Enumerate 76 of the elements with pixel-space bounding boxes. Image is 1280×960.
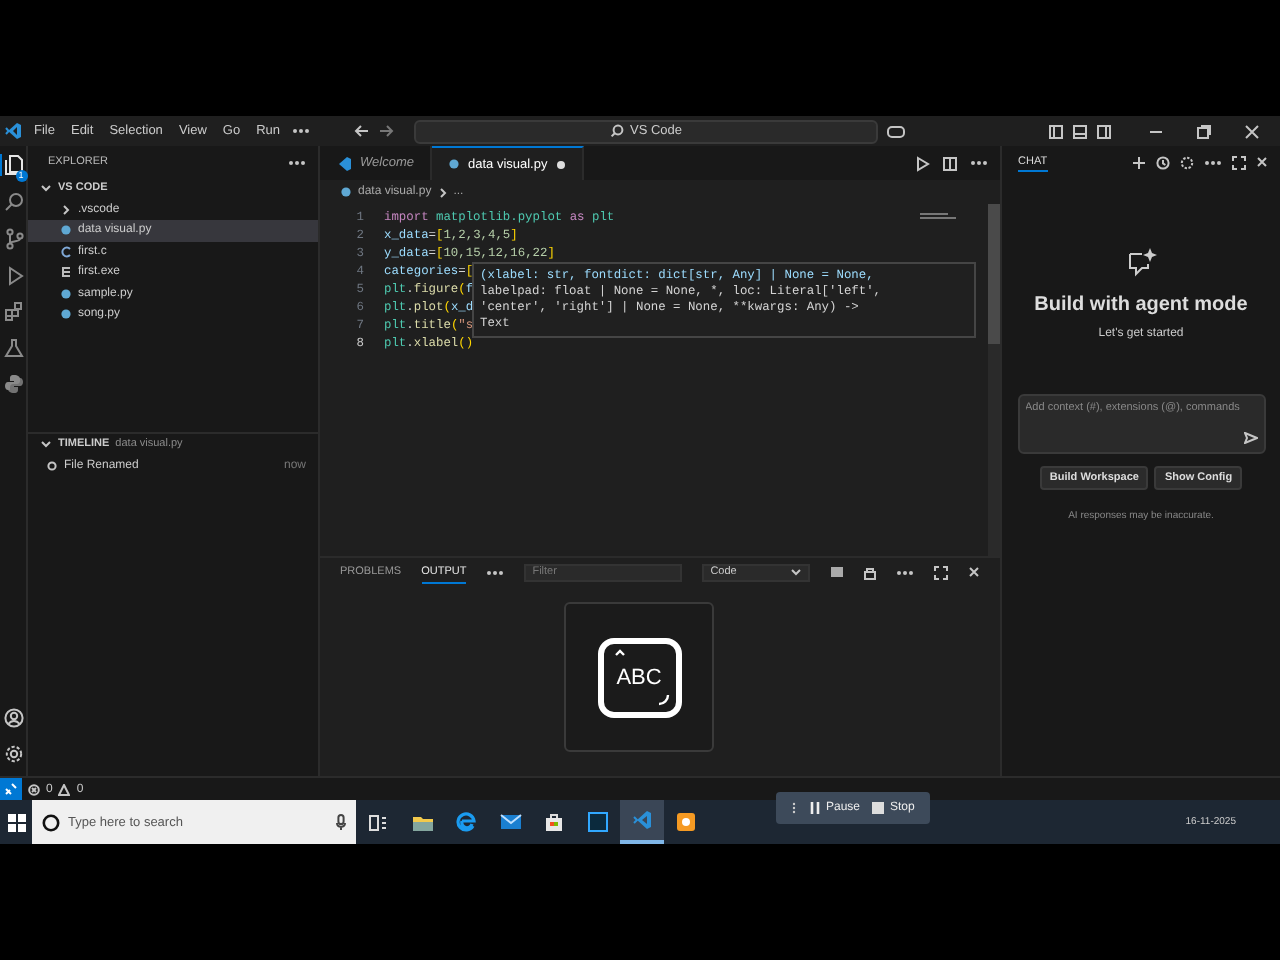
browser-icon (456, 812, 476, 832)
chat-heading: Build with agent mode (1034, 294, 1248, 316)
warning-icon (58, 783, 71, 795)
files-icon (4, 154, 24, 176)
corner-arc-icon (657, 693, 669, 705)
lock-icon (864, 565, 876, 579)
history-icon (1156, 155, 1170, 169)
split-editor-icon (942, 155, 958, 171)
sidebar-layout-icon (1096, 123, 1112, 139)
more-icon (288, 159, 306, 165)
chevron-icon (437, 187, 448, 197)
commit-icon (46, 459, 58, 472)
run-icon (914, 155, 930, 171)
more-icon (970, 160, 988, 166)
c-file-icon (60, 245, 72, 258)
back-arrow-icon (354, 124, 371, 138)
remote-button[interactable] (0, 778, 22, 800)
more-icon (896, 569, 914, 575)
close-icon (1244, 123, 1260, 139)
plus-icon (1132, 155, 1146, 169)
panel-layout-icon (1072, 123, 1088, 139)
forward-arrow-icon (378, 124, 395, 138)
code-logo-icon (4, 122, 22, 140)
activity-bar-item[interactable] (0, 228, 27, 250)
account-icon (3, 708, 23, 728)
grip-icon (792, 802, 798, 814)
layout-icon (1048, 123, 1064, 139)
play-icon (4, 266, 24, 286)
more-icon (292, 128, 311, 134)
code-logo-icon (336, 155, 352, 171)
microphone-icon (336, 814, 346, 830)
send-icon (1243, 432, 1257, 444)
flask-icon (4, 338, 24, 358)
maximize-icon (934, 565, 948, 579)
close-icon (1256, 156, 1268, 168)
search-icon (4, 192, 24, 212)
search-circle-icon (42, 813, 60, 831)
activity-bar-item[interactable] (0, 192, 27, 212)
task-view-icon (368, 813, 388, 831)
activity-bar-item[interactable] (0, 374, 27, 394)
chevron-icon (790, 566, 802, 578)
file-icon (447, 158, 460, 170)
chevron-icon (40, 182, 52, 195)
mail-icon (499, 814, 521, 830)
exe-file-icon (60, 266, 72, 279)
remote-icon (4, 782, 18, 796)
branch-icon (4, 228, 24, 250)
windows-logo-icon (7, 813, 25, 831)
file-icon (60, 224, 72, 237)
sparkle-chat-icon (1125, 246, 1157, 278)
logo-icon (4, 374, 24, 394)
activity-bar-item[interactable] (0, 338, 27, 358)
pause-icon (810, 802, 820, 814)
activity-bar-item[interactable] (0, 302, 27, 322)
more-icon (486, 569, 505, 575)
list-icon (830, 566, 844, 578)
restore-icon (1196, 123, 1212, 139)
text-input-icon: ABC (597, 637, 681, 717)
search-icon (610, 124, 625, 138)
folder-icon (411, 813, 433, 831)
blocks-icon (4, 302, 24, 322)
code-logo-icon (632, 810, 652, 830)
scrollbar[interactable] (988, 204, 1000, 556)
maximize-icon (1232, 155, 1246, 169)
stop-icon (872, 802, 885, 814)
file-icon (340, 186, 352, 198)
recorder-icon (676, 812, 696, 832)
settings-icon (3, 744, 23, 764)
minimap-drawing (920, 212, 956, 222)
caret-icon (613, 647, 625, 655)
more-icon (1204, 159, 1222, 165)
settings-icon (1180, 155, 1194, 169)
error-icon (28, 783, 40, 795)
app-tile-icon (588, 812, 608, 832)
close-icon (968, 566, 980, 578)
bag-icon (544, 812, 564, 832)
